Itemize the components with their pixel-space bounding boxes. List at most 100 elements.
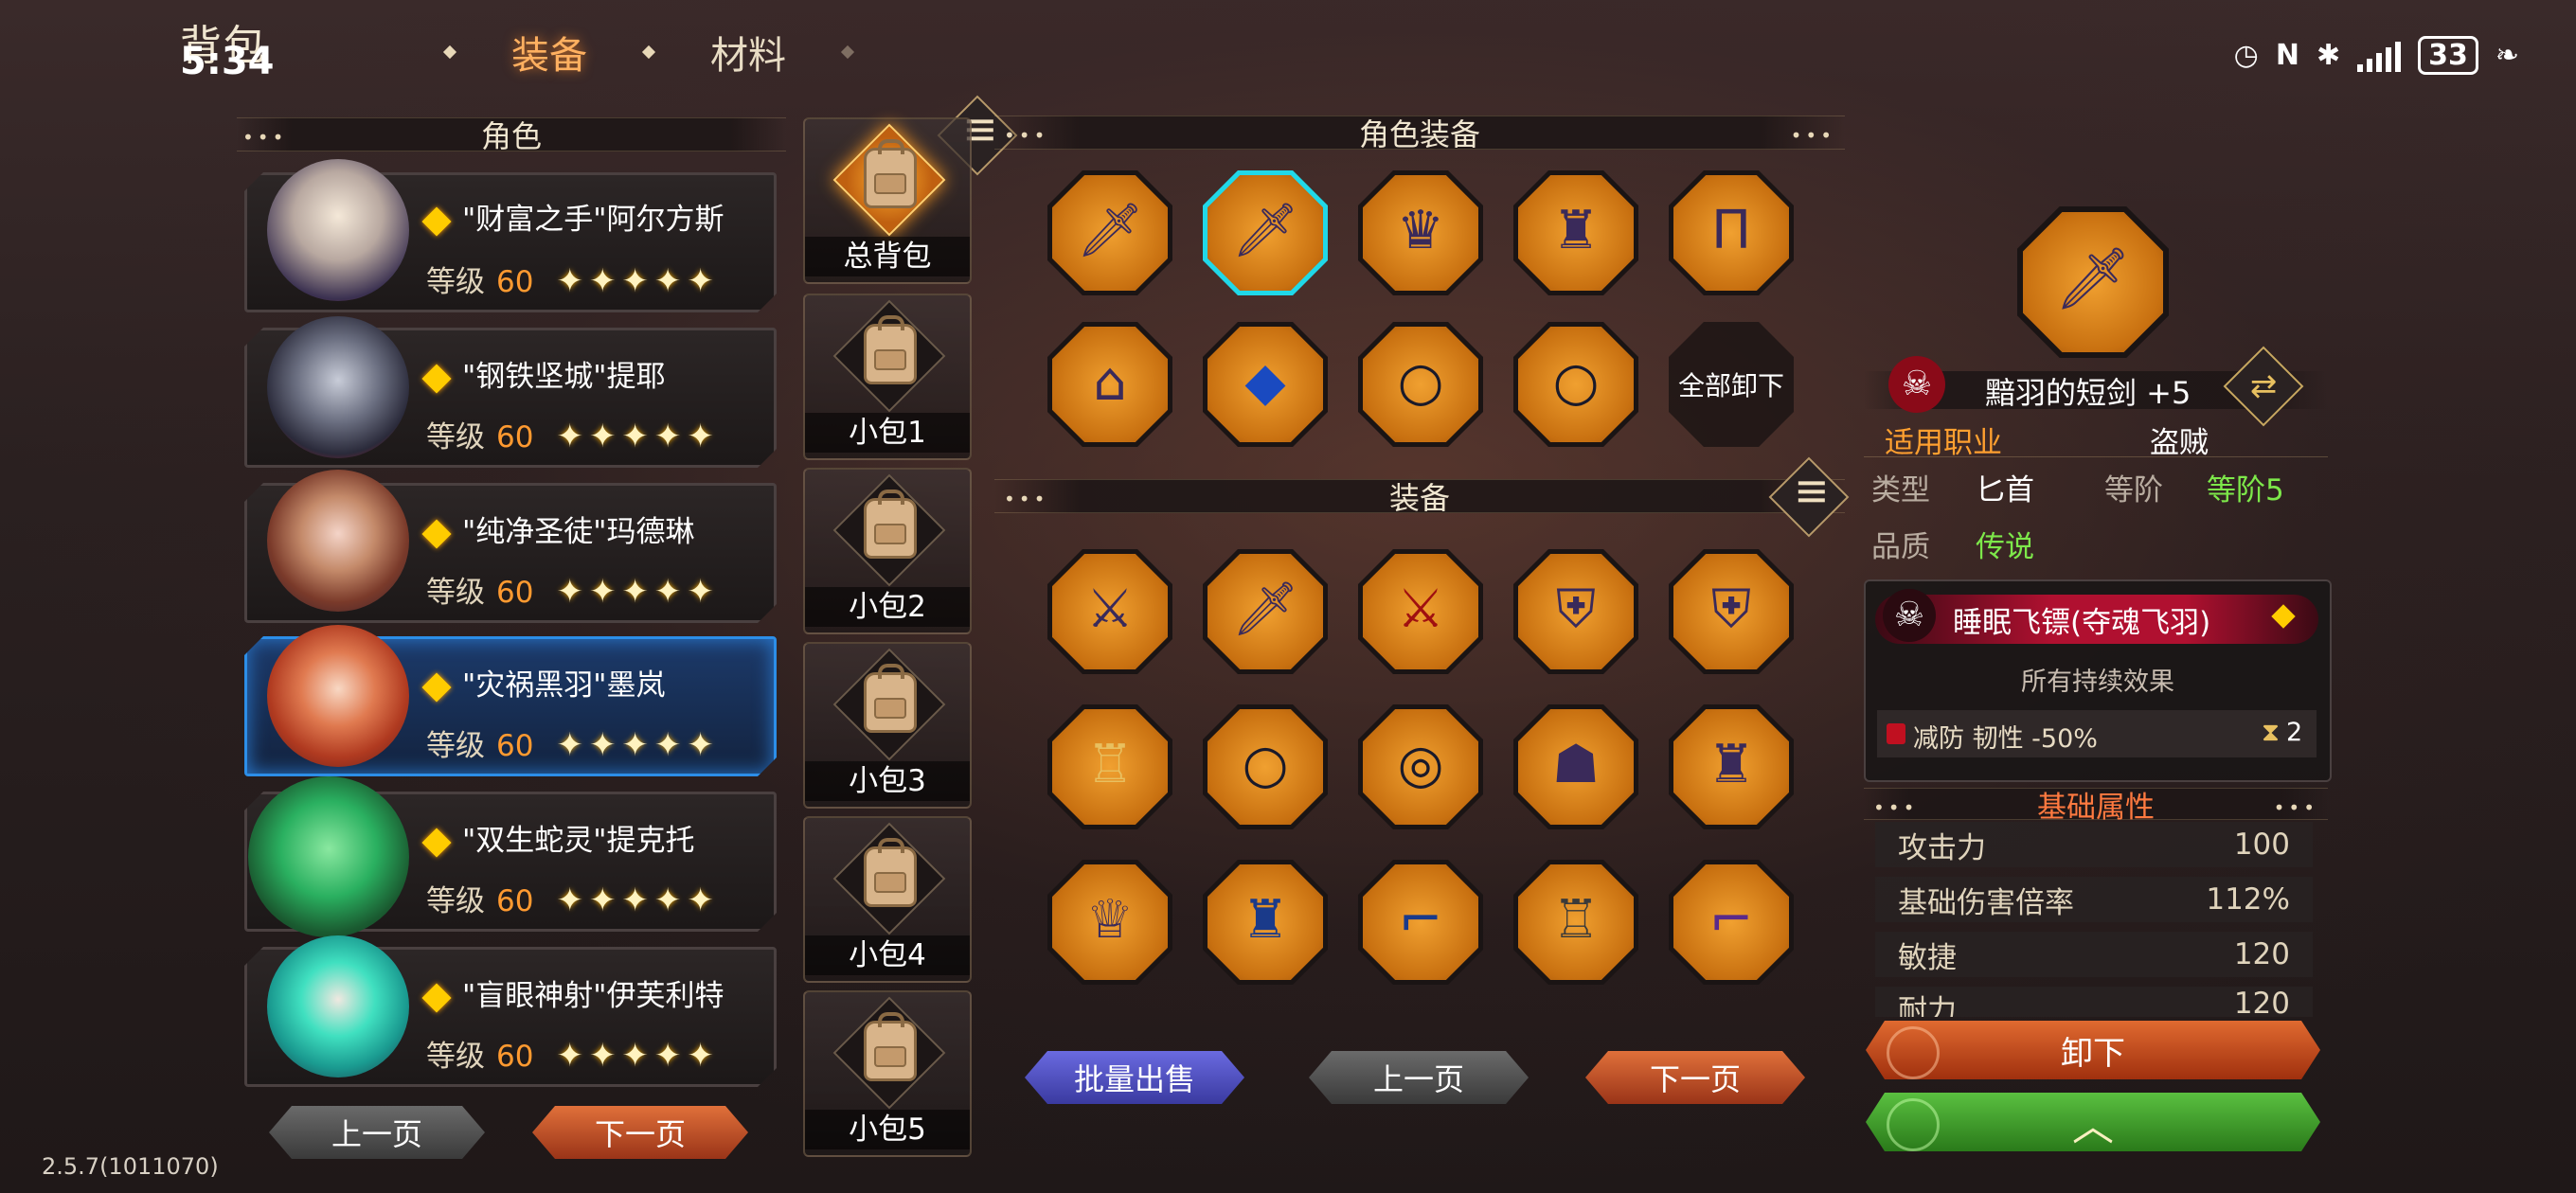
- diamond-gem-icon: [421, 982, 452, 1013]
- dagger-icon[interactable]: 🗡: [1208, 175, 1323, 291]
- unequip-label: 卸下: [2061, 1034, 2125, 1073]
- bag-tab-2[interactable]: 小包2: [803, 468, 972, 634]
- header-dots-icon: •••: [1873, 796, 1919, 819]
- top-tabs: 装备 材料: [442, 19, 855, 85]
- stat-row: 耐力 120: [1875, 987, 2313, 1017]
- shield-icon[interactable]: ⛨: [1518, 554, 1634, 669]
- character-name-row: "纯净圣徒"玛德琳: [421, 507, 695, 550]
- hourglass-icon: ⧗: [2262, 718, 2280, 747]
- character-name-row: "灾祸黑羽"墨岚: [421, 661, 666, 703]
- inventory-next-page-button[interactable]: 下一页: [1585, 1051, 1805, 1104]
- dagger-icon[interactable]: 🗡: [1208, 554, 1323, 669]
- nfc-icon: N: [2275, 39, 2299, 72]
- star-rating-icon: ✦✦✦✦✦: [556, 418, 720, 455]
- tab-equipment[interactable]: 装备: [492, 19, 606, 85]
- clock-icon: ◷: [2233, 39, 2259, 72]
- ring-icon[interactable]: ○: [1208, 709, 1323, 825]
- hood-glyph: ☗: [1551, 734, 1601, 795]
- unequip-all-button[interactable]: 全部卸下: [1669, 322, 1794, 447]
- character-portrait: [267, 159, 409, 301]
- cloak-icon[interactable]: ♜: [1673, 709, 1789, 825]
- blade-icon[interactable]: ⚔: [1363, 554, 1478, 669]
- tab-divider-icon: [442, 45, 457, 60]
- tier-value: 等阶5: [2207, 473, 2284, 507]
- dagger-glyph: 🗡: [2054, 244, 2132, 314]
- character-name-row: "钢铁坚城"提耶: [421, 352, 666, 395]
- ring-icon[interactable]: ○: [1363, 327, 1478, 442]
- ring-glyph: ○: [1242, 734, 1289, 795]
- bag-label: 总背包: [805, 237, 970, 276]
- chestplate-icon[interactable]: ♜: [1208, 864, 1323, 980]
- stat-value: 120: [2233, 987, 2290, 1017]
- sword-glyph: ⚔: [1085, 579, 1135, 640]
- item-name: 黯羽的短剑 +5: [1985, 375, 2191, 411]
- bag-tab-all[interactable]: 总背包: [803, 117, 972, 284]
- status-bar: ◷ N ✱ 33 ❧: [2234, 36, 2519, 75]
- character-equipment-header: ••• 角色装备 •••: [994, 116, 1845, 152]
- bag-label: 小包5: [805, 1110, 970, 1149]
- stat-row: 基础伤害倍率 112%: [1875, 877, 2313, 922]
- star-rating-icon: ✦✦✦✦✦: [556, 726, 720, 764]
- chestplate-glyph: ♜: [1241, 889, 1290, 951]
- boots-icon[interactable]: ⌐: [1363, 864, 1478, 980]
- robe-icon[interactable]: ♜: [1518, 175, 1634, 291]
- star-rating-icon: ✦✦✦✦✦: [556, 573, 720, 611]
- bulk-sell-button[interactable]: 批量出售: [1025, 1051, 1244, 1104]
- hat-icon[interactable]: ⌂: [1052, 327, 1168, 442]
- character-level-row: 等级 60 ✦✦✦✦✦: [426, 568, 720, 611]
- debuff-text: 减防 韧性 -50%: [1913, 724, 2098, 754]
- diamond-gem-icon: [421, 363, 452, 394]
- upgrade-button[interactable]: ︿: [1866, 1093, 2320, 1151]
- bag-tab-4[interactable]: 小包4: [803, 816, 972, 983]
- base-stats-header: ••• 基础属性 •••: [1864, 788, 2328, 825]
- backpack-icon: [864, 490, 917, 559]
- necklace-glyph: ◆: [1244, 351, 1286, 413]
- character-next-page-button[interactable]: 下一页: [532, 1106, 748, 1159]
- bag-tab-5[interactable]: 小包5: [803, 990, 972, 1157]
- skill-effect-header: 睡眠飞镖(夺魂飞羽): [1875, 595, 2318, 644]
- hood-icon[interactable]: ☗: [1518, 709, 1634, 825]
- battery-indicator: 33: [2418, 36, 2478, 75]
- shield-icon[interactable]: ⛨: [1673, 554, 1789, 669]
- character-equipment-title: 角色装备: [1358, 116, 1480, 152]
- necklace-icon[interactable]: ◆: [1208, 327, 1323, 442]
- level-label: 等级: [426, 1040, 485, 1074]
- ring-icon[interactable]: ○: [1518, 327, 1634, 442]
- inventory-prev-page-button[interactable]: 上一页: [1309, 1051, 1529, 1104]
- header-dots-icon: •••: [1790, 124, 1835, 147]
- dagger-icon[interactable]: 🗡: [1052, 175, 1168, 291]
- character-name-row: "盲眼神射"伊芙利特: [421, 971, 724, 1014]
- level-label: 等级: [426, 729, 485, 763]
- bag-tab-1[interactable]: 小包1: [803, 294, 972, 460]
- inventory-header: ••• 装备: [994, 456, 1850, 538]
- boots-icon[interactable]: ⌐: [1673, 864, 1789, 980]
- ring-icon[interactable]: ◎: [1363, 709, 1478, 825]
- bag-tab-3[interactable]: 小包3: [803, 642, 972, 809]
- level-value: 60: [496, 576, 534, 610]
- helmet-icon[interactable]: ♛: [1363, 175, 1478, 291]
- stat-name: 攻击力: [1898, 830, 1986, 865]
- divider: [1864, 456, 2328, 457]
- filter-list-icon[interactable]: [1768, 456, 1850, 538]
- version-text: 2.5.7(1011070): [42, 1153, 219, 1180]
- pants-icon[interactable]: Π: [1673, 175, 1789, 291]
- vest-icon[interactable]: ♖: [1518, 864, 1634, 980]
- crown-icon[interactable]: ♕: [1052, 864, 1168, 980]
- bag-label: 小包1: [805, 413, 970, 453]
- character-prev-page-button[interactable]: 上一页: [269, 1106, 485, 1159]
- character-level-row: 等级 60 ✦✦✦✦✦: [426, 413, 720, 455]
- dagger-icon: 🗡: [2023, 212, 2163, 352]
- tab-divider-icon: [641, 45, 656, 60]
- backpack-icon: [864, 664, 917, 733]
- bluetooth-icon: ✱: [2316, 39, 2341, 72]
- unequip-button[interactable]: 卸下: [1866, 1021, 2320, 1079]
- character-portrait: [248, 776, 409, 937]
- debuff-row: 减防 韧性 -50% ⧗ 2: [1877, 710, 2317, 757]
- stat-value: 120: [2233, 937, 2290, 971]
- tab-materials[interactable]: 材料: [691, 19, 805, 85]
- swap-icon[interactable]: ⇄: [2223, 346, 2304, 427]
- armor-icon[interactable]: ♖: [1052, 709, 1168, 825]
- sword-icon[interactable]: ⚔: [1052, 554, 1168, 669]
- stat-name: 基础伤害倍率: [1898, 885, 2074, 920]
- star-rating-icon: ✦✦✦✦✦: [556, 881, 720, 919]
